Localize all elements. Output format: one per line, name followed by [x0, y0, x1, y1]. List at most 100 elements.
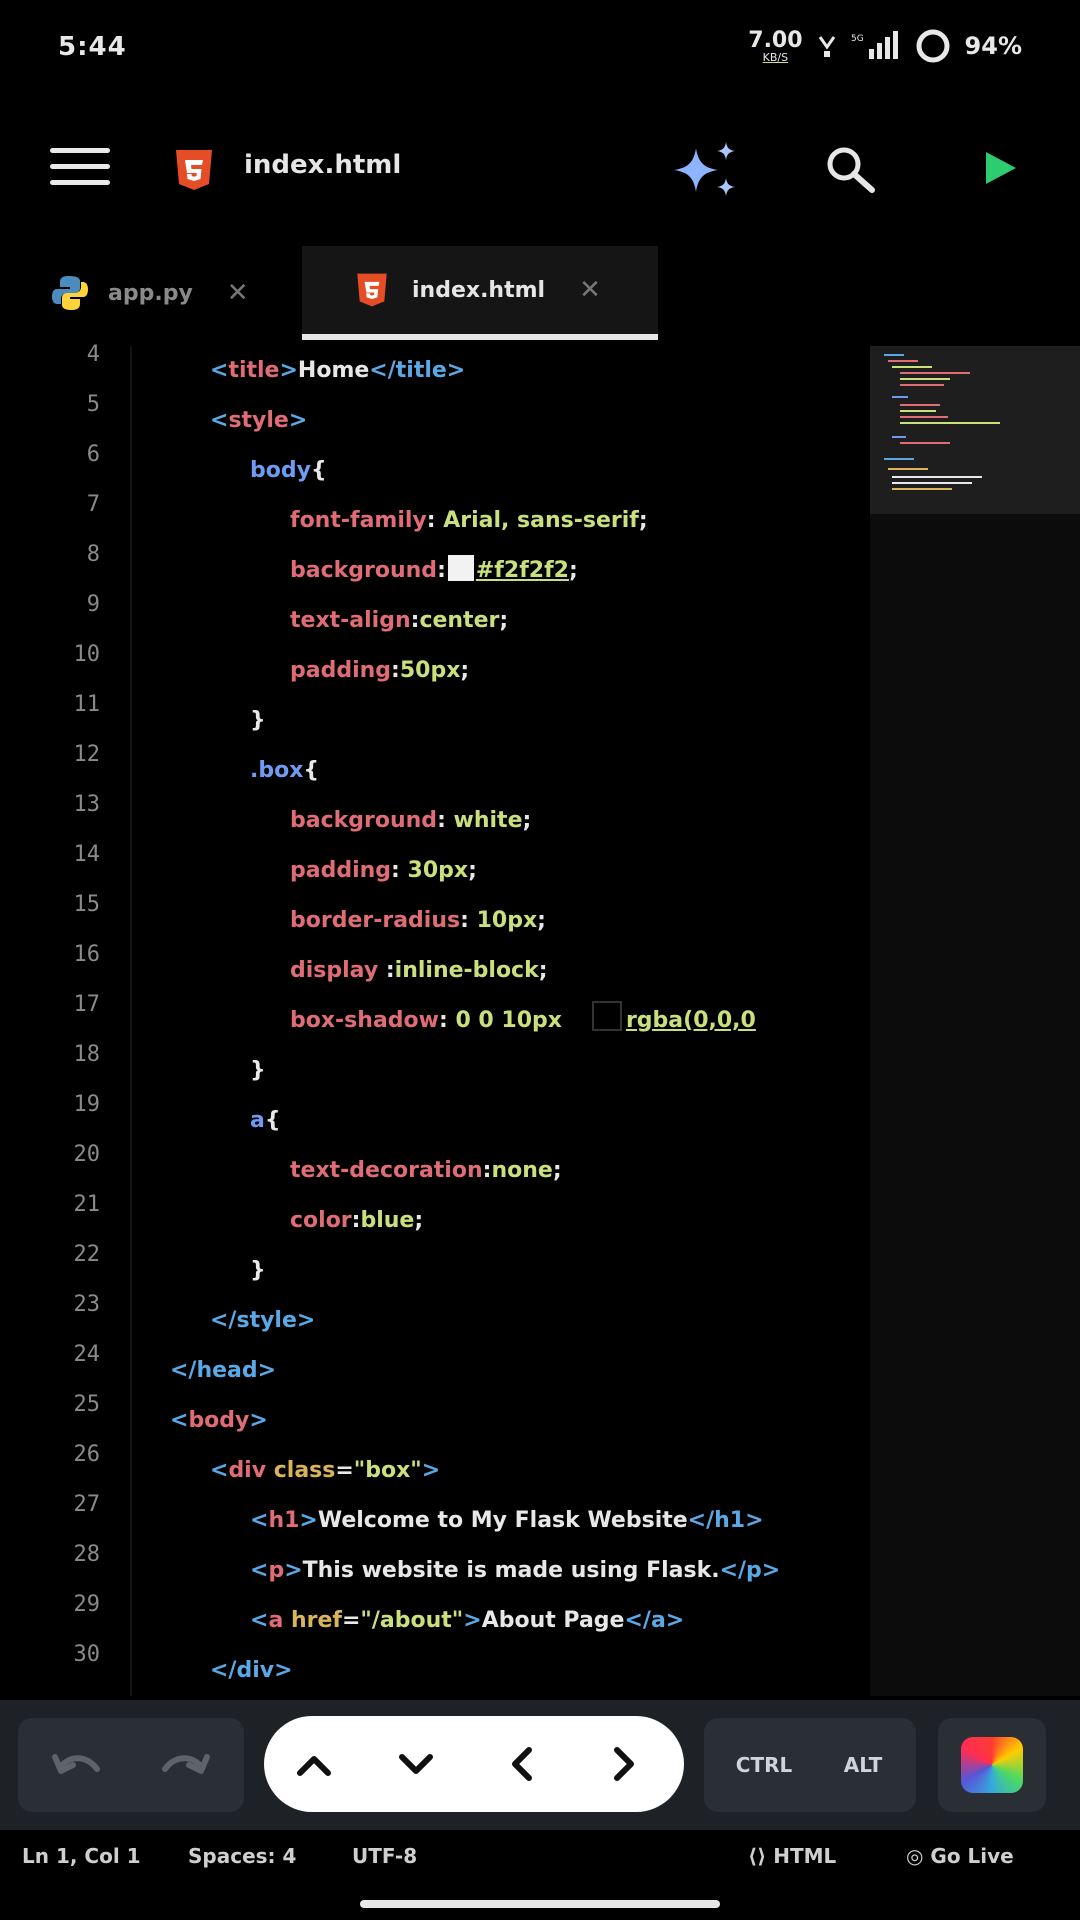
code-line-7[interactable]: font-family: Arial, sans-serif;: [290, 501, 648, 541]
color-swatch[interactable]: [447, 555, 474, 581]
code-token: >: [249, 1408, 268, 1433]
chevron-left-icon: [512, 1747, 532, 1781]
code-token: title: [228, 358, 280, 383]
code-line-26[interactable]: <div class="box">: [210, 1451, 440, 1491]
code-line-20[interactable]: text-decoration:none;: [290, 1151, 562, 1191]
language-mode[interactable]: ⟨⟩ HTML: [748, 1844, 836, 1868]
code-line-30[interactable]: </div>: [210, 1651, 293, 1691]
line-number: 6: [86, 442, 100, 467]
code-line-18[interactable]: }: [250, 1051, 266, 1091]
ctrl-key-button[interactable]: CTRL: [714, 1740, 814, 1790]
broadcast-icon: ◎: [906, 1844, 931, 1868]
undo-button[interactable]: [48, 1740, 108, 1790]
cursor-left-button[interactable]: [492, 1734, 552, 1794]
code-line-8[interactable]: background: #f2f2f2;: [290, 551, 578, 591]
code-token: "box": [353, 1458, 422, 1483]
code-token: Home: [297, 358, 370, 383]
cursor-down-button[interactable]: [386, 1734, 446, 1794]
ctrl-key-label: CTRL: [735, 1753, 793, 1777]
code-line-5[interactable]: <style>: [210, 401, 307, 441]
sparkle-ai-icon[interactable]: [672, 140, 742, 200]
close-icon[interactable]: ✕: [579, 275, 601, 305]
code-line-15[interactable]: border-radius: 10px;: [290, 901, 546, 941]
code-line-10[interactable]: padding:50px;: [290, 651, 469, 691]
cursor-up-button[interactable]: [284, 1734, 344, 1794]
code-token: padding: [290, 858, 392, 883]
menu-button[interactable]: [50, 148, 110, 188]
status-icons: 7.00 KB/S 5G 94%: [748, 26, 1022, 66]
code-line-6[interactable]: body{: [250, 451, 327, 491]
code-token: ;: [414, 1208, 424, 1233]
line-number: 16: [73, 942, 101, 967]
code-token: none: [491, 1158, 553, 1183]
encoding[interactable]: UTF-8: [352, 1844, 417, 1868]
minimap-viewport[interactable]: [870, 346, 1080, 514]
alt-key-button[interactable]: ALT: [820, 1740, 906, 1790]
go-live-button[interactable]: ◎ Go Live: [906, 1844, 1014, 1868]
line-number: 22: [73, 1242, 101, 1267]
html5-icon: [176, 150, 212, 190]
code-token: border-radius: [290, 908, 461, 933]
python-icon: [52, 276, 88, 310]
code-line-12[interactable]: .box{: [250, 751, 319, 791]
code-token: <: [210, 1458, 229, 1483]
code-line-25[interactable]: <body>: [170, 1401, 268, 1441]
code-line-14[interactable]: padding: 30px;: [290, 851, 477, 891]
code-token: blue: [360, 1208, 415, 1233]
code-line-19[interactable]: a{: [250, 1101, 281, 1141]
code-line-29[interactable]: <a href="/about">About Page</a>: [250, 1601, 684, 1641]
home-indicator[interactable]: [360, 1900, 720, 1908]
close-icon[interactable]: ✕: [227, 278, 249, 308]
minimap-line: [884, 458, 914, 460]
code-token: 30px: [399, 858, 469, 883]
code-token: <: [250, 1508, 269, 1533]
run-play-icon[interactable]: [980, 148, 1020, 188]
code-token: =: [335, 1458, 354, 1483]
code-line-21[interactable]: color:blue;: [290, 1201, 423, 1241]
cursor-position[interactable]: Ln 1, Col 1: [22, 1844, 141, 1868]
network-speed-unit: KB/S: [762, 50, 789, 64]
code-line-24[interactable]: </head>: [170, 1351, 276, 1391]
code-line-16[interactable]: display :inline-block;: [290, 951, 548, 991]
minimap[interactable]: [870, 346, 1080, 1696]
modifier-keys-group: CTRL ALT: [704, 1718, 916, 1812]
code-token: </head>: [170, 1358, 277, 1383]
minimap-line: [900, 378, 950, 380]
battery-icon: [916, 29, 950, 63]
code-line-28[interactable]: <p>This website is made using Flask.</p>: [250, 1551, 780, 1591]
code-line-22[interactable]: }: [250, 1251, 266, 1291]
tab-index-html[interactable]: index.html ✕: [302, 246, 658, 340]
code-token: {: [310, 458, 327, 483]
code-token: ;: [537, 908, 546, 933]
code-line-23[interactable]: </style>: [210, 1301, 315, 1341]
line-number: 19: [73, 1092, 101, 1117]
color-picker-button[interactable]: [960, 1734, 1024, 1796]
search-icon[interactable]: [824, 144, 880, 194]
code-token: }: [250, 1258, 266, 1283]
code-token: text-decoration: [290, 1158, 483, 1183]
redo-button[interactable]: [154, 1740, 214, 1790]
code-token: About Page: [481, 1608, 625, 1633]
code-token: color: [290, 1208, 352, 1233]
line-number: 5: [86, 392, 100, 417]
code-line-11[interactable]: }: [250, 701, 266, 741]
code-line-4[interactable]: <title>Home</title>: [210, 351, 465, 391]
code-token: ;: [638, 508, 648, 533]
code-token: </title>: [369, 358, 466, 383]
code-line-13[interactable]: background: white;: [290, 801, 531, 841]
code-line-9[interactable]: text-align:center;: [290, 601, 508, 641]
code-line-27[interactable]: <h1>Welcome to My Flask Website</h1>: [250, 1501, 764, 1541]
minimap-line: [900, 384, 944, 386]
indentation-setting[interactable]: Spaces: 4: [188, 1844, 296, 1868]
tab-app-py[interactable]: app.py ✕: [0, 246, 302, 340]
code-token: body: [188, 1408, 250, 1433]
line-number: 27: [73, 1492, 101, 1517]
code-line-17[interactable]: box-shadow: 0 0 10px rgba(0,0,0: [290, 1001, 870, 1041]
color-swatch[interactable]: [591, 1001, 622, 1031]
line-number: 24: [73, 1342, 101, 1367]
line-number: 17: [73, 992, 101, 1017]
code-token: <: [210, 358, 229, 383]
cursor-right-button[interactable]: [594, 1734, 654, 1794]
minimap-line: [888, 468, 928, 470]
code-token: </style>: [210, 1308, 316, 1333]
